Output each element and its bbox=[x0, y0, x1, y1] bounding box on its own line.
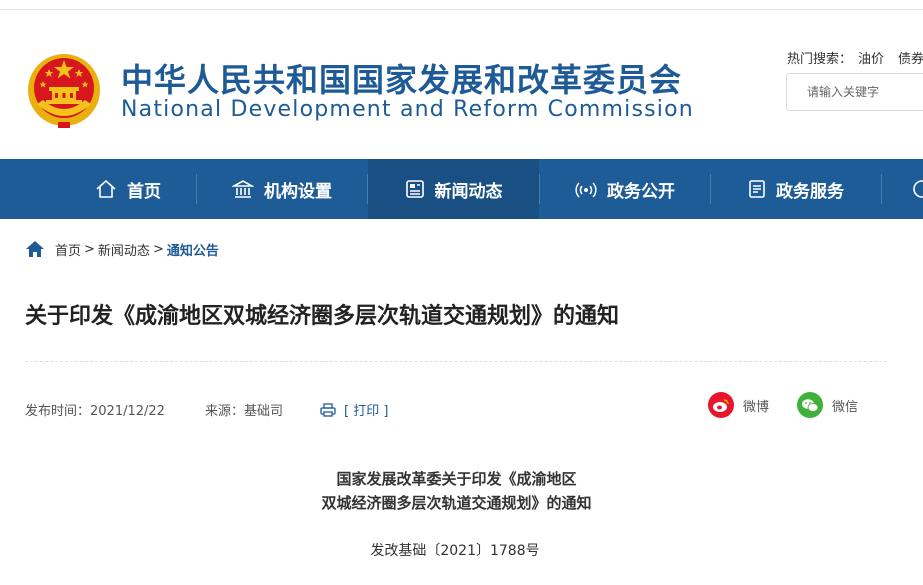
doc-number: 发改基础〔2021〕1788号 bbox=[370, 543, 540, 559]
building-icon bbox=[232, 180, 254, 198]
doc-title-line: 国家发展改革委关于印发《成渝地区 bbox=[336, 470, 577, 488]
title-divider bbox=[25, 361, 887, 362]
share-weibo[interactable]: 微博 bbox=[708, 392, 769, 418]
breadcrumb-separator: > bbox=[84, 241, 95, 257]
breadcrumb-home[interactable]: 首页 bbox=[55, 240, 81, 259]
home-icon bbox=[26, 241, 44, 257]
print-button[interactable]: [ 打印 ] bbox=[320, 400, 388, 419]
national-emblem-icon bbox=[28, 54, 100, 128]
share-label: 微博 bbox=[743, 399, 770, 415]
nav-item-label: 机构设置 bbox=[264, 181, 332, 202]
news-icon bbox=[405, 180, 424, 198]
site-title-en[interactable]: National Development and Reform Commissi… bbox=[121, 96, 694, 124]
breadcrumb-news[interactable]: 新闻动态 bbox=[98, 240, 150, 259]
nav-item-organization[interactable]: 机构设置 bbox=[197, 159, 367, 219]
publish-time: 发布时间：2021/12/22 bbox=[25, 404, 165, 419]
breadcrumb: 首页 > 新闻动态 > 通知公告 bbox=[25, 240, 219, 259]
hot-search: 热门搜索： 油价 债券 bbox=[787, 48, 923, 67]
print-label: [ 打印 ] bbox=[344, 404, 389, 419]
document-icon bbox=[749, 180, 765, 198]
weibo-icon bbox=[708, 392, 734, 418]
share-wechat[interactable]: 微信 bbox=[797, 392, 858, 418]
top-divider bbox=[0, 9, 923, 10]
nav-divider bbox=[881, 174, 882, 204]
wechat-icon bbox=[797, 392, 823, 418]
nav-item-label: 政务服务 bbox=[776, 181, 844, 202]
search-input[interactable] bbox=[787, 74, 923, 110]
hot-keyword-link[interactable]: 债券 bbox=[898, 52, 923, 67]
article-source: 来源：基础司 bbox=[205, 404, 284, 419]
nav-item-label: 首页 bbox=[127, 181, 161, 202]
breadcrumb-notices[interactable]: 通知公告 bbox=[167, 240, 219, 259]
article-title: 关于印发《成渝地区双城经济圈多层次轨道交通规划》的通知 bbox=[25, 304, 620, 329]
broadcast-icon bbox=[575, 182, 597, 198]
hot-keyword-link[interactable]: 油价 bbox=[858, 52, 884, 67]
nav-item-label: 政务公开 bbox=[607, 181, 675, 202]
doc-title-line: 双城经济圈多层次轨道交通规划》的通知 bbox=[321, 494, 592, 512]
nav-item-gov-affairs[interactable]: 政务公开 bbox=[540, 159, 710, 219]
nav-item-gov-services[interactable]: 政务服务 bbox=[711, 159, 881, 219]
share-label: 微信 bbox=[832, 399, 859, 415]
nav-item-home[interactable]: 首页 bbox=[60, 159, 196, 219]
site-title-cn[interactable]: 中华人民共和国国家发展和改革委员会 bbox=[121, 62, 682, 98]
nav-item-label: 新闻动态 bbox=[434, 181, 503, 202]
hot-search-label: 热门搜索： bbox=[787, 52, 853, 67]
home-icon bbox=[96, 180, 116, 198]
search-box bbox=[786, 73, 923, 111]
breadcrumb-separator: > bbox=[152, 241, 164, 257]
printer-icon bbox=[320, 402, 336, 417]
partial-nav-icon bbox=[913, 180, 923, 198]
main-nav: 首页 机构设置 新闻动态 政务公开 政务服务 bbox=[0, 159, 923, 219]
nav-item-news[interactable]: 新闻动态 bbox=[368, 159, 539, 219]
